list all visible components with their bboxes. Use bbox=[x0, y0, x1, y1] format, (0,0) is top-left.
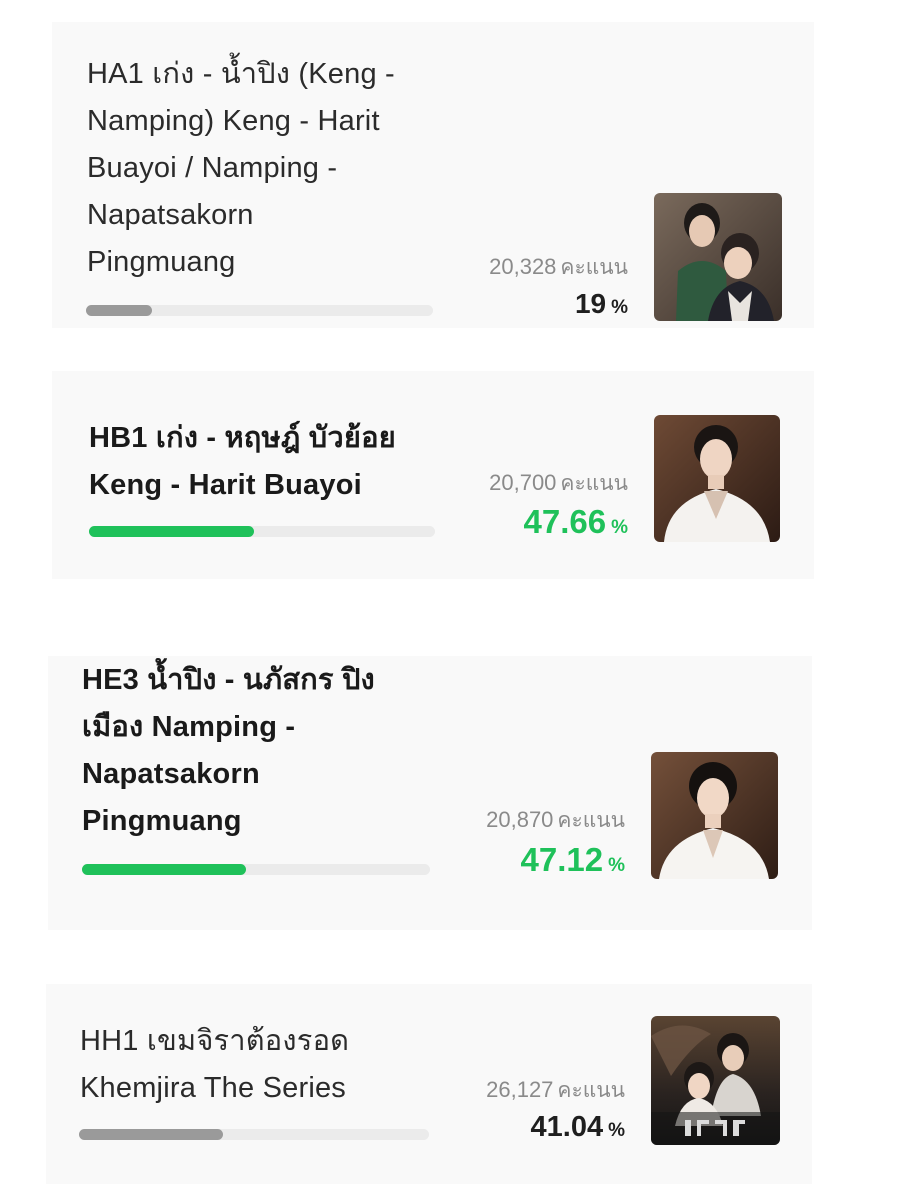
option-title-line: Pingmuang bbox=[82, 805, 242, 837]
vote-count-unit: คะแนน bbox=[560, 472, 628, 495]
vote-count-unit: คะแนน bbox=[557, 1079, 625, 1102]
option-title-line: Napatsakorn bbox=[87, 199, 254, 231]
series-poster bbox=[651, 1016, 780, 1145]
vote-count: 20,700 คะแนน bbox=[489, 467, 628, 500]
poll-option-card[interactable]: HH1 เขมจิราต้องรอด Khemjira The Series 2… bbox=[46, 984, 812, 1184]
vote-progress-track bbox=[79, 1129, 429, 1140]
vote-count-value: 20,328 bbox=[489, 254, 557, 279]
vote-progress-fill bbox=[89, 526, 254, 537]
vote-percentage: 19% bbox=[575, 288, 628, 320]
option-title-line: HH1 เขมจิราต้องรอด bbox=[80, 1025, 350, 1057]
option-title-line: Keng - Harit Buayoi bbox=[89, 469, 362, 501]
vote-count-unit: คะแนน bbox=[560, 256, 628, 279]
vote-progress-fill bbox=[79, 1129, 223, 1140]
option-title: HB1 เก่ง - หฤษฎ์ บัวย้อย Keng - Harit Bu… bbox=[89, 415, 469, 509]
option-title-line: Namping) Keng - Harit bbox=[87, 105, 380, 137]
vote-percentage-value: 19 bbox=[574, 288, 607, 319]
vote-progress-track bbox=[89, 526, 435, 537]
option-title-line: Buayoi / Namping - bbox=[87, 152, 338, 184]
vote-count-value: 20,700 bbox=[489, 470, 557, 495]
poll-option-card[interactable]: HA1 เก่ง - น้ำปิง (Keng - Namping) Keng … bbox=[52, 22, 814, 328]
vote-percentage: 41.04% bbox=[531, 1111, 625, 1144]
couple-photo bbox=[654, 193, 782, 321]
vote-percentage-value: 47.66 bbox=[523, 503, 607, 540]
vote-percentage: 47.12% bbox=[521, 841, 626, 879]
vote-percentage-value: 41.04 bbox=[530, 1111, 604, 1143]
vote-percentage-sign: % bbox=[611, 297, 628, 318]
option-title-line: Napatsakorn bbox=[82, 758, 260, 790]
option-title-line: Khemjira The Series bbox=[80, 1072, 346, 1104]
portrait-photo bbox=[651, 752, 778, 879]
option-title: HA1 เก่ง - น้ำปิง (Keng - Namping) Keng … bbox=[87, 51, 477, 286]
option-title-line: Pingmuang bbox=[87, 246, 236, 278]
vote-count: 20,328 คะแนน bbox=[489, 251, 628, 284]
vote-percentage-sign: % bbox=[608, 1120, 625, 1141]
vote-count-value: 20,870 bbox=[486, 807, 554, 832]
vote-progress-fill bbox=[82, 864, 246, 875]
option-title-line: HA1 เก่ง - น้ำปิง (Keng - bbox=[87, 58, 395, 90]
vote-progress-track bbox=[82, 864, 430, 875]
vote-percentage-sign: % bbox=[611, 517, 628, 538]
vote-count: 26,127 คะแนน bbox=[486, 1074, 625, 1107]
vote-count-unit: คะแนน bbox=[557, 809, 625, 832]
vote-count: 20,870 คะแนน bbox=[486, 804, 625, 837]
option-title: HH1 เขมจิราต้องรอด Khemjira The Series bbox=[80, 1018, 470, 1112]
option-title-line: เมือง Namping - bbox=[82, 711, 296, 743]
vote-progress-track bbox=[86, 305, 433, 316]
vote-percentage-value: 47.12 bbox=[520, 841, 604, 878]
option-title-line: HE3 น้ำปิง - นภัสกร ปิง bbox=[82, 664, 375, 696]
option-title-line: HB1 เก่ง - หฤษฎ์ บัวย้อย bbox=[89, 422, 396, 454]
poll-option-card[interactable]: HE3 น้ำปิง - นภัสกร ปิง เมือง Namping - … bbox=[48, 656, 812, 930]
vote-percentage-sign: % bbox=[608, 855, 625, 876]
option-title: HE3 น้ำปิง - นภัสกร ปิง เมือง Namping - … bbox=[82, 657, 462, 845]
vote-progress-fill bbox=[86, 305, 152, 316]
vote-percentage: 47.66% bbox=[524, 503, 629, 541]
portrait-photo bbox=[654, 415, 780, 542]
vote-count-value: 26,127 bbox=[486, 1077, 554, 1102]
poll-option-card[interactable]: HB1 เก่ง - หฤษฎ์ บัวย้อย Keng - Harit Bu… bbox=[52, 371, 814, 579]
